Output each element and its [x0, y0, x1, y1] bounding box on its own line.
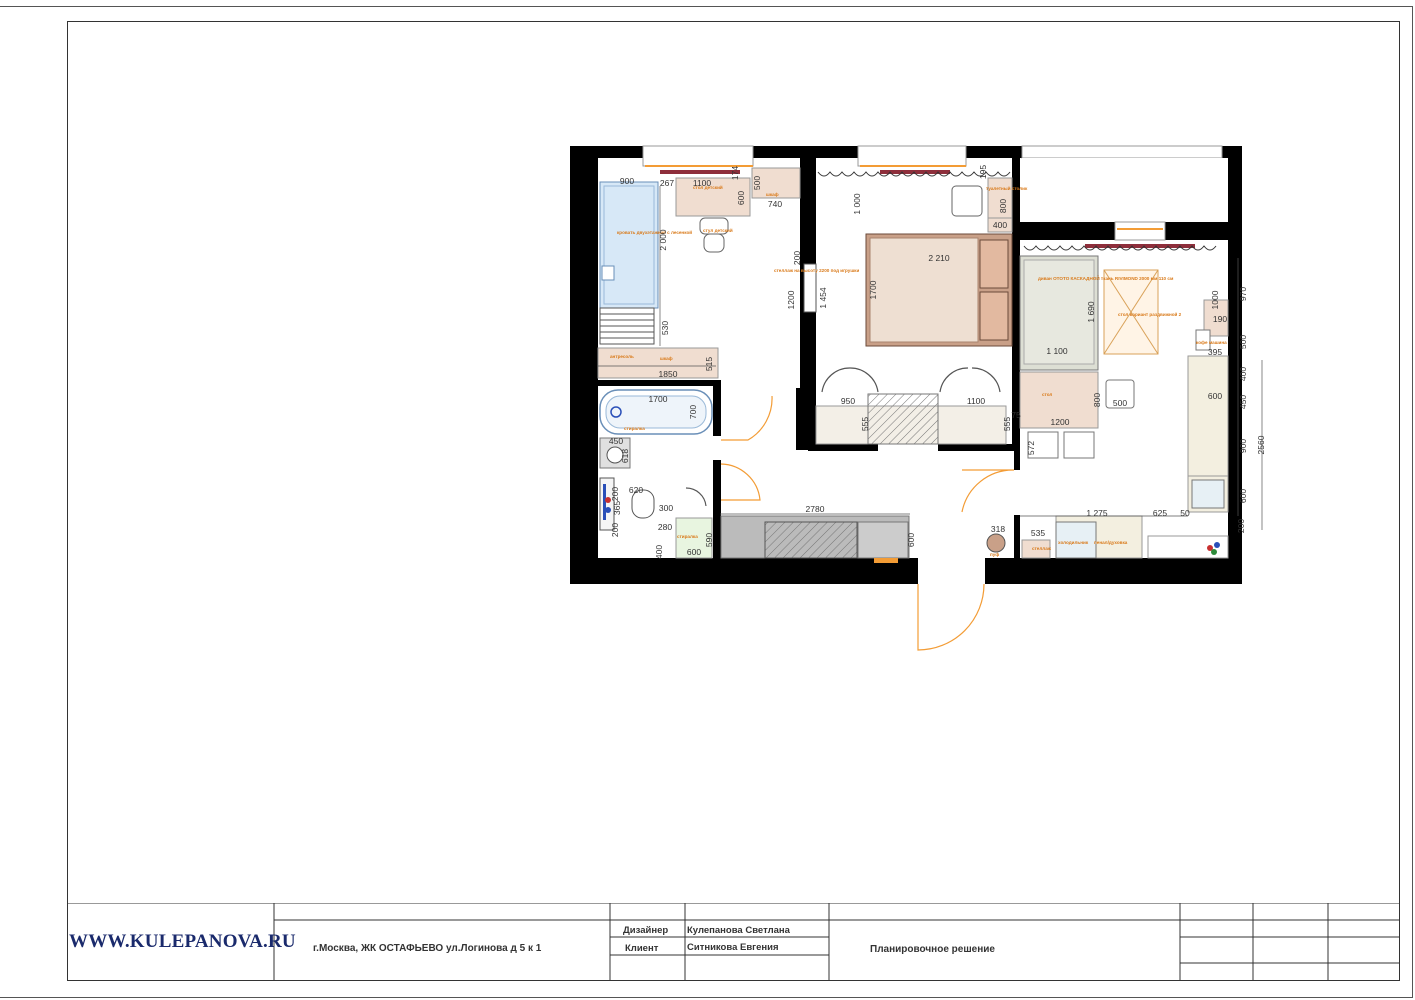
- label-table: стол: [1042, 392, 1052, 397]
- dimension-d23: 450: [609, 436, 623, 446]
- dimension-d4: 174: [730, 166, 740, 180]
- label-shelf: стеллаж: [1032, 546, 1052, 551]
- dimension-d34: 950: [841, 396, 855, 406]
- dimension-d20: 400: [993, 220, 1007, 230]
- dimension-d33: 200: [610, 523, 620, 537]
- dimension-d3: 1100: [693, 178, 712, 188]
- sheet-title: Планировочное решение: [870, 944, 995, 955]
- label-bathtub: стиралка: [624, 426, 645, 431]
- dimension-d7: 740: [768, 199, 782, 209]
- dimension-d18: 195: [978, 165, 988, 179]
- title-block: WWW.KULEPANOVA.RU г.Москва, ЖК ОСТАФЬЕВО…: [67, 903, 1400, 981]
- dimension-d28: 400: [654, 545, 664, 559]
- label-boiler: стиралка: [677, 534, 698, 539]
- client-name: Ситникова Евгения: [687, 942, 779, 953]
- dimension-d11: 1850: [659, 369, 678, 379]
- dimension-d61: 600: [1238, 489, 1248, 503]
- dimension-d39: 2780: [806, 504, 825, 514]
- dimension-d1: 900: [620, 176, 634, 186]
- dimension-d15: 1 000: [852, 193, 862, 215]
- dimension-d26: 300: [659, 503, 673, 513]
- dimension-d43: 800: [1092, 393, 1102, 407]
- dimension-d56: 970: [1238, 287, 1248, 301]
- label-oven: пенал/духовка: [1094, 540, 1128, 545]
- designer-label: Дизайнер: [623, 925, 669, 936]
- dimension-d22: 700: [688, 405, 698, 419]
- dimension-d35: 555: [860, 417, 870, 431]
- dimension-d59: 450: [1238, 395, 1248, 409]
- label-chair-kids: стул детский: [703, 227, 733, 233]
- dimension-d13: 1200: [786, 290, 796, 309]
- label-dresser: туалетный столик: [986, 185, 1028, 191]
- dimension-d46: 572: [1026, 441, 1036, 455]
- label-wardrobe-kids: шкаф: [766, 191, 779, 197]
- dimension-d41: 1 690: [1086, 301, 1096, 323]
- website-logo: WWW.KULEPANOVA.RU: [69, 931, 296, 952]
- dimension-d21: 1700: [649, 394, 668, 404]
- dimension-d62: 200: [1236, 519, 1246, 533]
- dimension-d32: 365: [612, 501, 622, 515]
- label-bed-bunk: кровать двухэтажная с лесенкой: [617, 229, 692, 235]
- dimension-d42: 1 100: [1046, 346, 1068, 356]
- dimension-d49: 50: [1180, 508, 1190, 518]
- dimension-d47: 1 275: [1086, 508, 1108, 518]
- dimension-d25: 620: [629, 485, 643, 495]
- label-fridge: холодильник: [1058, 540, 1089, 545]
- dimension-d44: 500: [1113, 398, 1127, 408]
- dimension-d9: 530: [660, 321, 670, 335]
- designer-name: Кулепанова Светлана: [687, 925, 790, 936]
- dimension-d31: 200: [610, 487, 620, 501]
- label-wardrobe-hall: шкаф: [660, 355, 673, 361]
- kids-room: [597, 167, 817, 379]
- dimension-d54: 395: [1208, 347, 1222, 357]
- label-tv-stand: стол вариант раздвижной 2: [1118, 311, 1182, 317]
- label-coffee: кофе машина: [1196, 339, 1227, 345]
- dimension-d30: 600: [687, 547, 701, 557]
- label-mezzanine: антресоль: [610, 354, 634, 359]
- dimension-d48: 625: [1153, 508, 1167, 518]
- dimension-d14: 1 454: [818, 287, 828, 309]
- dimension-d58: 400: [1238, 367, 1248, 381]
- dimension-d12: 200: [792, 251, 802, 265]
- client-label: Клиент: [625, 943, 659, 954]
- dimension-d51: 318: [991, 524, 1005, 534]
- dimension-d2: 267: [660, 178, 674, 188]
- floor-plan: кровать двухэтажная с лесенкой стол детс…: [570, 145, 1266, 651]
- dimension-d8: 2 000: [658, 229, 668, 251]
- dimension-d17: 1700: [868, 280, 878, 299]
- bunk-ladder: [599, 307, 655, 345]
- dimension-d53: 190: [1213, 314, 1227, 324]
- dimension-d50: 535: [1031, 528, 1045, 538]
- dimension-d29: 590: [704, 533, 714, 547]
- label-shelving: стеллаж на высоту 2200 под игрушки: [774, 268, 859, 273]
- dimension-d38: 75: [1011, 410, 1021, 420]
- label-puff: пуф: [990, 551, 999, 557]
- dimension-d57: 500: [1238, 335, 1248, 349]
- dimension-d36: 1100: [967, 396, 986, 406]
- label-sofa: диван OTOTO КАСКАДНОЙ ткань RIVIMOND 200…: [1038, 274, 1174, 281]
- dimension-d10: 515: [704, 357, 714, 371]
- dimension-d27: 280: [658, 522, 672, 532]
- dimension-d6: 600: [736, 191, 746, 205]
- dimension-d16: 2 210: [928, 253, 950, 263]
- dimension-d63: 2560: [1256, 435, 1266, 454]
- dimension-d19: 800: [998, 199, 1008, 213]
- dimension-d5: 500: [752, 176, 762, 190]
- dimension-d52: 1000: [1210, 290, 1220, 309]
- dimension-d55: 600: [1208, 391, 1222, 401]
- dimension-d24: 618: [620, 449, 630, 463]
- dimension-d45: 1200: [1051, 417, 1070, 427]
- dimension-d40: 600: [906, 533, 916, 547]
- project-address: г.Москва, ЖК ОСТАФЬЕВО ул.Логинова д 5 к…: [313, 943, 542, 954]
- dimension-d60: 900: [1238, 439, 1248, 453]
